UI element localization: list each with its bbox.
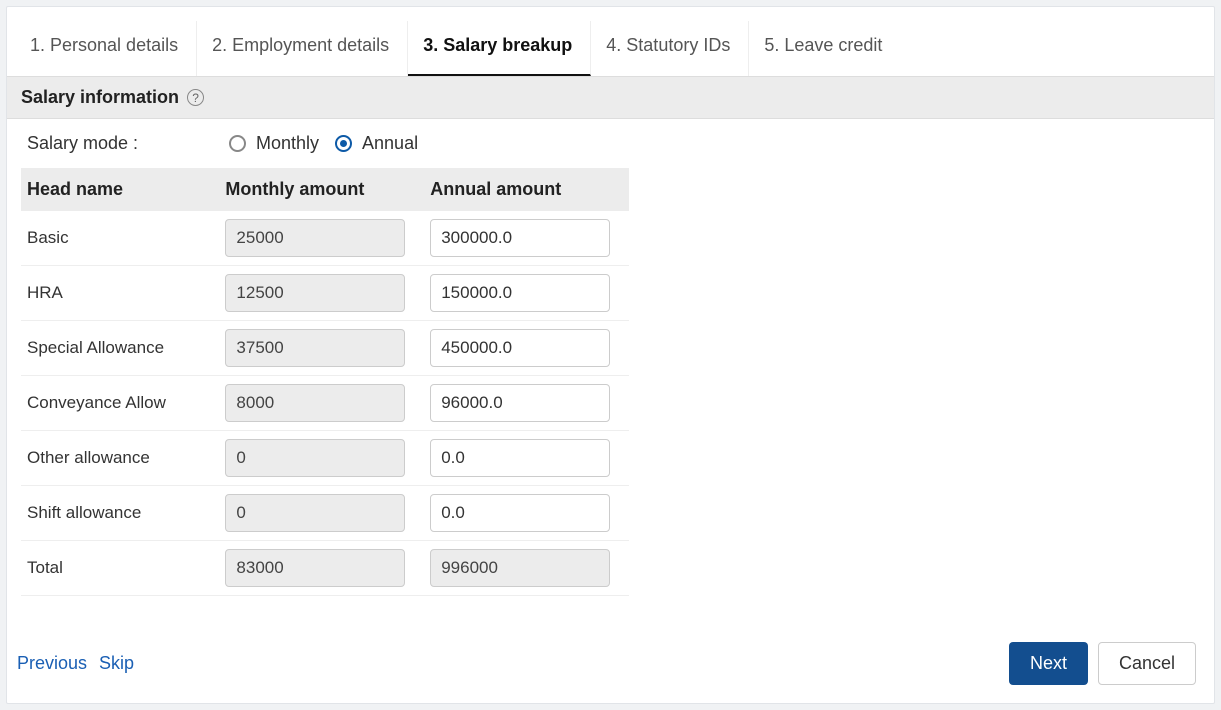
table-row: Special Allowance — [21, 321, 629, 376]
table-row: HRA — [21, 266, 629, 321]
help-icon[interactable]: ? — [187, 89, 204, 106]
radio-label: Monthly — [256, 133, 319, 154]
next-button[interactable]: Next — [1009, 642, 1088, 685]
radio-label: Annual — [362, 133, 418, 154]
salary-mode-option-monthly[interactable]: Monthly — [229, 133, 319, 154]
table-row: Conveyance Allow — [21, 376, 629, 431]
col-head-monthly: Monthly amount — [219, 168, 424, 211]
annual-amount-input[interactable] — [430, 274, 610, 312]
radio-icon[interactable] — [335, 135, 352, 152]
salary-mode-radios: Monthly Annual — [229, 133, 426, 154]
section-title: Salary information — [21, 87, 179, 108]
annual-amount-input[interactable] — [430, 439, 610, 477]
annual-amount-input[interactable] — [430, 329, 610, 367]
monthly-amount-input — [225, 494, 405, 532]
wizard-tabs: 1. Personal details2. Employment details… — [7, 7, 1214, 76]
salary-breakup-table: Head name Monthly amount Annual amount B… — [21, 168, 629, 596]
col-head-name: Head name — [21, 168, 219, 211]
tab-0[interactable]: 1. Personal details — [15, 21, 197, 76]
annual-amount-input[interactable] — [430, 494, 610, 532]
monthly-amount-input — [225, 384, 405, 422]
previous-link[interactable]: Previous — [17, 653, 87, 674]
salary-mode-row: Salary mode : Monthly Annual — [7, 119, 1214, 168]
head-name-cell: HRA — [21, 266, 219, 321]
annual-amount-input[interactable] — [430, 219, 610, 257]
section-header: Salary information ? — [7, 76, 1214, 119]
head-name-cell: Basic — [21, 211, 219, 266]
tab-3[interactable]: 4. Statutory IDs — [591, 21, 749, 76]
annual-amount-input[interactable] — [430, 384, 610, 422]
table-row: Shift allowance — [21, 486, 629, 541]
tab-1[interactable]: 2. Employment details — [197, 21, 408, 76]
radio-icon[interactable] — [229, 135, 246, 152]
monthly-amount-input — [225, 549, 405, 587]
skip-link[interactable]: Skip — [99, 653, 134, 674]
annual-amount-input — [430, 549, 610, 587]
wizard-footer: Previous Skip Next Cancel — [7, 618, 1214, 703]
monthly-amount-input — [225, 329, 405, 367]
table-row: Total — [21, 541, 629, 596]
tab-4[interactable]: 5. Leave credit — [749, 21, 900, 76]
col-head-annual: Annual amount — [424, 168, 629, 211]
cancel-button[interactable]: Cancel — [1098, 642, 1196, 685]
monthly-amount-input — [225, 274, 405, 312]
head-name-cell: Conveyance Allow — [21, 376, 219, 431]
table-row: Basic — [21, 211, 629, 266]
table-row: Other allowance — [21, 431, 629, 486]
monthly-amount-input — [225, 439, 405, 477]
head-name-cell: Special Allowance — [21, 321, 219, 376]
monthly-amount-input — [225, 219, 405, 257]
head-name-cell: Total — [21, 541, 219, 596]
salary-mode-label: Salary mode : — [27, 133, 219, 154]
head-name-cell: Shift allowance — [21, 486, 219, 541]
tab-2[interactable]: 3. Salary breakup — [408, 21, 591, 76]
head-name-cell: Other allowance — [21, 431, 219, 486]
salary-mode-option-annual[interactable]: Annual — [335, 133, 418, 154]
